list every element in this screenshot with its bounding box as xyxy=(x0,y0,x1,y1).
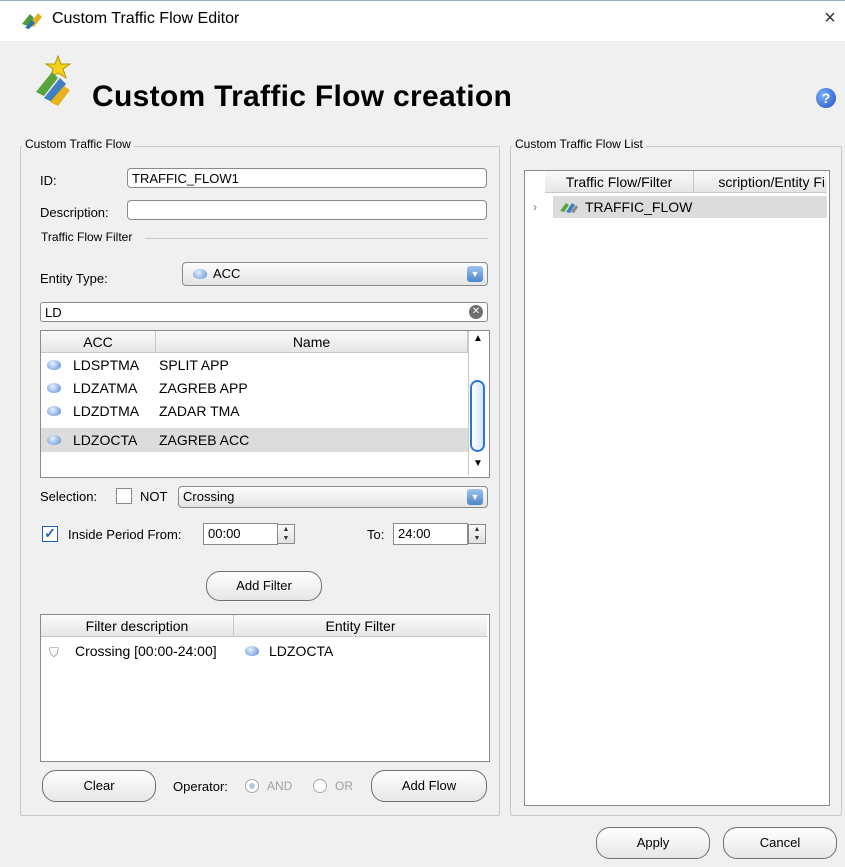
operator-label: Operator: xyxy=(173,779,228,794)
selection-value: Crossing xyxy=(183,489,235,504)
traffic-flow-tree xyxy=(524,170,830,806)
acc-gem-icon xyxy=(47,406,61,416)
help-icon[interactable]: ? xyxy=(816,88,836,108)
to-time-input[interactable]: 24:00 xyxy=(393,523,468,545)
selection-dropdown[interactable]: Crossing ▼ xyxy=(178,486,488,508)
id-label: ID: xyxy=(40,173,57,188)
selection-label: Selection: xyxy=(40,489,98,504)
row-name: ZAGREB APP xyxy=(159,380,248,396)
entity-type-label: Entity Type: xyxy=(40,271,108,286)
filter-row-description: Crossing [00:00-24:00] xyxy=(75,643,217,659)
acc-gem-icon xyxy=(47,383,61,393)
entity-type-value: ACC xyxy=(213,266,241,281)
filter-column-header-entity[interactable]: Entity Filter xyxy=(234,615,487,637)
filter-column-header-description[interactable]: Filter description xyxy=(41,615,234,637)
tree-row-name: TRAFFIC_FLOW xyxy=(585,199,693,215)
or-radio[interactable] xyxy=(313,779,327,793)
inside-period-checkbox[interactable]: ✓ xyxy=(42,526,58,542)
table-row[interactable]: LDSPTMA SPLIT APP xyxy=(41,354,468,376)
clear-button[interactable]: Clear xyxy=(42,770,156,802)
filter-group-divider xyxy=(145,238,488,239)
cancel-button[interactable]: Cancel xyxy=(723,827,837,859)
page-title: Custom Traffic Flow creation xyxy=(92,80,513,113)
traffic-flow-tree-icon xyxy=(560,203,578,213)
scroll-up-icon[interactable]: ▲ xyxy=(470,333,486,347)
acc-gem-icon xyxy=(47,435,61,445)
clear-search-icon[interactable]: ✕ xyxy=(469,305,483,319)
add-filter-button[interactable]: Add Filter xyxy=(206,571,322,601)
id-input[interactable]: TRAFFIC_FLOW1 xyxy=(127,168,487,188)
custom-traffic-flow-legend: Custom Traffic Flow xyxy=(22,137,134,151)
tree-column-header-flow[interactable]: Traffic Flow/Filter xyxy=(545,171,694,193)
entity-type-dropdown[interactable]: ACC ▼ xyxy=(182,262,488,286)
wizard-star-icon xyxy=(30,52,78,108)
to-label: To: xyxy=(367,527,385,542)
entity-column-header-acc[interactable]: ACC xyxy=(41,331,156,353)
chevron-down-icon: ▼ xyxy=(467,266,483,282)
description-input[interactable] xyxy=(127,200,487,220)
scroll-down-icon[interactable]: ▼ xyxy=(470,458,486,472)
inside-period-label: Inside Period From: xyxy=(68,527,182,542)
table-row[interactable]: LDZATMA ZAGREB APP xyxy=(41,377,468,399)
traffic-flow-app-icon xyxy=(20,10,44,30)
from-time-stepper[interactable]: ▲ ▼ xyxy=(277,524,295,544)
and-label: AND xyxy=(267,779,293,793)
acc-gem-icon xyxy=(47,360,61,370)
to-time-stepper[interactable]: ▲ ▼ xyxy=(468,524,486,544)
row-name: ZADAR TMA xyxy=(159,403,240,419)
and-radio[interactable] xyxy=(245,779,259,793)
not-checkbox[interactable] xyxy=(116,488,132,504)
scrollbar-thumb[interactable] xyxy=(470,380,485,452)
window-title: Custom Traffic Flow Editor xyxy=(52,10,240,27)
apply-button[interactable]: Apply xyxy=(596,827,710,859)
description-label: Description: xyxy=(40,205,109,220)
table-row[interactable]: LDZDTMA ZADAR TMA xyxy=(41,400,468,422)
row-name: ZAGREB ACC xyxy=(159,432,250,448)
row-code: LDZDTMA xyxy=(73,403,140,419)
entity-search-input[interactable]: LD xyxy=(40,302,488,322)
add-flow-button[interactable]: Add Flow xyxy=(371,770,487,802)
filter-funnel-icon: ⛉ xyxy=(49,645,59,660)
acc-gem-icon xyxy=(245,646,259,656)
entity-column-header-name[interactable]: Name xyxy=(156,331,468,353)
row-name: SPLIT APP xyxy=(159,357,229,373)
acc-gem-icon xyxy=(193,269,207,279)
or-label: OR xyxy=(335,779,353,793)
tree-row[interactable]: › TRAFFIC_FLOW xyxy=(525,196,827,218)
close-icon[interactable]: × xyxy=(818,6,842,30)
chevron-down-icon: ▼ xyxy=(467,489,483,505)
traffic-flow-filter-legend: Traffic Flow Filter xyxy=(38,230,136,244)
row-code: LDZATMA xyxy=(73,380,138,396)
row-code: LDSPTMA xyxy=(73,357,140,373)
tree-column-header-entity[interactable]: scription/Entity Fi xyxy=(694,171,827,193)
custom-traffic-flow-list-legend: Custom Traffic Flow List xyxy=(512,137,646,151)
chevron-right-icon[interactable]: › xyxy=(533,196,537,218)
filter-row[interactable]: ⛉ Crossing [00:00-24:00] LDZOCTA xyxy=(41,640,487,662)
row-code: LDZOCTA xyxy=(73,432,138,448)
not-label: NOT xyxy=(140,489,168,504)
from-time-input[interactable]: 00:00 xyxy=(203,523,278,545)
table-row-selected[interactable]: LDZOCTA ZAGREB ACC xyxy=(41,428,468,452)
filter-row-entity: LDZOCTA xyxy=(269,643,334,659)
